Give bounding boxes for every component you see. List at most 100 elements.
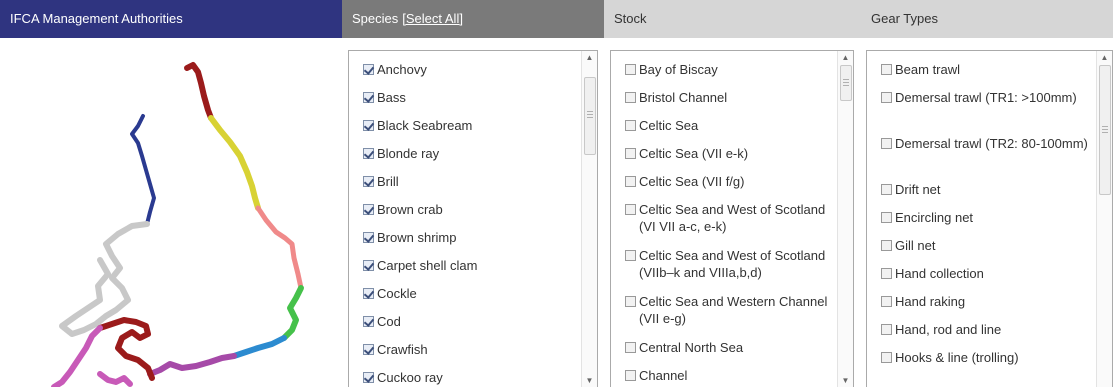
stock-checkbox[interactable] <box>625 250 636 261</box>
gear-list-item[interactable]: Hand raking <box>867 293 1096 321</box>
species-checkbox[interactable] <box>363 344 374 355</box>
scroll-down-arrow-icon[interactable]: ▼ <box>838 376 853 385</box>
stock-list-item[interactable]: Celtic Sea and West of Scotland (VI VII … <box>611 201 837 247</box>
gear-checkbox[interactable] <box>881 324 892 335</box>
scroll-down-arrow-icon[interactable]: ▼ <box>582 376 597 385</box>
species-checkbox[interactable] <box>363 316 374 327</box>
species-listbox[interactable]: Anchovy Bass Black Seabream Blonde ray Brill… <box>348 50 598 387</box>
stock-list-item[interactable]: Bay of Biscay <box>611 61 837 89</box>
gear-label: Gill net <box>895 238 936 253</box>
species-list-item[interactable]: Carpet shell clam <box>349 257 581 285</box>
gear-checkbox[interactable] <box>881 184 892 195</box>
species-list-item[interactable]: Bass <box>349 89 581 117</box>
species-list: Anchovy Bass Black Seabream Blonde ray Brill… <box>349 51 581 387</box>
gear-scrollbar[interactable]: ▲ <box>1096 51 1112 387</box>
species-label: Black Seabream <box>377 118 473 133</box>
species-list-item[interactable]: Black Seabream <box>349 117 581 145</box>
map-region-east-pink[interactable] <box>255 205 304 291</box>
gear-checkbox[interactable] <box>881 268 892 279</box>
species-checkbox[interactable] <box>363 204 374 215</box>
species-list-item[interactable]: Brown shrimp <box>349 229 581 257</box>
species-checkbox[interactable] <box>363 260 374 271</box>
gear-checkbox[interactable] <box>881 92 892 103</box>
species-header-label: Species <box>352 11 399 26</box>
species-list-item[interactable]: Cockle <box>349 285 581 313</box>
stock-checkbox[interactable] <box>625 342 636 353</box>
stock-scrollbar[interactable]: ▲ ▼ <box>837 51 853 387</box>
gear-checkbox[interactable] <box>881 212 892 223</box>
scrollbar-thumb[interactable] <box>840 65 852 101</box>
stock-label: Celtic Sea (VII f/g) <box>639 174 745 189</box>
species-checkbox[interactable] <box>363 148 374 159</box>
map-region-north-east-red[interactable] <box>184 62 214 121</box>
gear-list-item[interactable]: Beam trawl <box>867 61 1096 89</box>
gear-list-item[interactable]: Hand, rod and line <box>867 321 1096 349</box>
gear-list-item[interactable]: Demersal trawl (TR1: >100mm) <box>867 89 1096 135</box>
map-region-south-blue[interactable] <box>231 335 287 359</box>
map-region-north-west-navy[interactable] <box>130 114 156 226</box>
species-checkbox[interactable] <box>363 232 374 243</box>
species-list-item[interactable]: Cod <box>349 313 581 341</box>
species-list-item[interactable]: Crawfish <box>349 341 581 369</box>
gear-checkbox[interactable] <box>881 64 892 75</box>
gear-list-item[interactable]: Gill net <box>867 237 1096 265</box>
gear-list-item[interactable]: Hooks & line (trolling) <box>867 349 1096 377</box>
stock-list-item[interactable]: Celtic Sea (VII e-k) <box>611 145 837 173</box>
species-label: Carpet shell clam <box>377 258 478 273</box>
stock-list-item[interactable]: Bristol Channel <box>611 89 837 117</box>
stock-list-item[interactable]: Celtic Sea <box>611 117 837 145</box>
species-checkbox[interactable] <box>363 120 374 131</box>
stock-checkbox[interactable] <box>625 148 636 159</box>
gear-list-item[interactable]: Demersal trawl (TR2: 80-100mm) <box>867 135 1096 181</box>
species-scrollbar[interactable]: ▲ ▼ <box>581 51 597 387</box>
gear-checkbox[interactable] <box>881 240 892 251</box>
scroll-up-arrow-icon[interactable]: ▲ <box>838 53 853 62</box>
stock-label: Celtic Sea (VII e-k) <box>639 146 749 161</box>
gear-checkbox[interactable] <box>881 138 892 149</box>
gear-list-item[interactable]: Hand collection <box>867 265 1096 293</box>
species-checkbox[interactable] <box>363 288 374 299</box>
gear-checkbox[interactable] <box>881 352 892 363</box>
map-region-south-east-green[interactable] <box>281 285 304 341</box>
species-list-item[interactable]: Brown crab <box>349 201 581 229</box>
stock-checkbox[interactable] <box>625 370 636 381</box>
gear-list-item[interactable]: Drift net <box>867 181 1096 209</box>
map-region-south-west-magenta[interactable] <box>51 325 103 387</box>
stock-label: Bristol Channel <box>639 90 728 105</box>
map-region-west-grey[interactable] <box>59 221 150 337</box>
map-region-south-purple[interactable] <box>147 353 237 377</box>
species-list-item[interactable]: Blonde ray <box>349 145 581 173</box>
stock-list-item[interactable]: Central North Sea <box>611 339 837 367</box>
species-checkbox[interactable] <box>363 64 374 75</box>
select-all-link[interactable]: [Select All] <box>402 11 463 26</box>
stock-list-item[interactable]: Celtic Sea and Western Channel (VII e-g) <box>611 293 837 339</box>
gear-list-item[interactable]: Encircling net <box>867 209 1096 237</box>
scroll-up-arrow-icon[interactable]: ▲ <box>1097 53 1112 62</box>
map-region-south-west-red[interactable] <box>97 317 155 381</box>
gear-checkbox[interactable] <box>881 296 892 307</box>
stock-checkbox[interactable] <box>625 120 636 131</box>
stock-checkbox[interactable] <box>625 92 636 103</box>
stock-checkbox[interactable] <box>625 64 636 75</box>
stock-listbox[interactable]: Bay of Biscay Bristol Channel Celtic Sea Ce… <box>610 50 854 387</box>
species-checkbox[interactable] <box>363 92 374 103</box>
species-list-item[interactable]: Anchovy <box>349 61 581 89</box>
scroll-up-arrow-icon[interactable]: ▲ <box>582 53 597 62</box>
species-checkbox[interactable] <box>363 176 374 187</box>
scrollbar-thumb[interactable] <box>1099 65 1111 195</box>
map-region-north-east-yellow[interactable] <box>208 115 261 211</box>
scrollbar-thumb[interactable] <box>584 77 596 155</box>
species-checkbox[interactable] <box>363 372 374 383</box>
stock-list-item[interactable]: Celtic Sea (VII f/g) <box>611 173 837 201</box>
species-list-item[interactable]: Brill <box>349 173 581 201</box>
stock-list-item[interactable]: Channel <box>611 367 837 387</box>
gear-listbox[interactable]: Beam trawl Demersal trawl (TR1: >100mm) De… <box>866 50 1113 387</box>
stock-checkbox[interactable] <box>625 204 636 215</box>
gear-label: Hand raking <box>895 294 966 309</box>
stock-list-item[interactable]: Celtic Sea and West of Scotland (VIIb–k … <box>611 247 837 293</box>
species-list-item[interactable]: Cuckoo ray <box>349 369 581 387</box>
map-region-channel-magenta[interactable] <box>97 371 133 387</box>
stock-checkbox[interactable] <box>625 176 636 187</box>
gear-header-label: Gear Types <box>871 11 938 26</box>
stock-checkbox[interactable] <box>625 296 636 307</box>
